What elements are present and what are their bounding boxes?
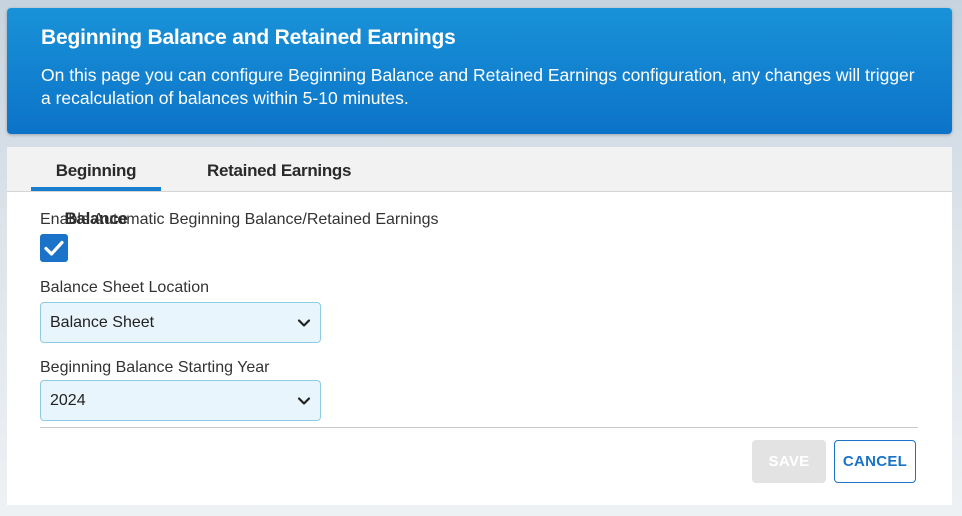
starting-year-value: 2024	[50, 392, 86, 409]
starting-year-label: Beginning Balance Starting Year	[40, 359, 270, 376]
tab-beginning-balance[interactable]: Beginning Balance	[31, 147, 161, 228]
tab-bar: Beginning Balance Retained Earnings	[7, 147, 952, 228]
balance-sheet-location-label: Balance Sheet Location	[40, 279, 210, 296]
starting-year-select[interactable]: 2024	[40, 380, 321, 421]
balance-sheet-location-select[interactable]: Balance Sheet	[40, 302, 321, 343]
page-title: Beginning Balance and Retained Earnings	[41, 26, 456, 49]
save-button[interactable]: SAVE	[752, 440, 826, 483]
tab-retained-earnings[interactable]: Retained Earnings	[207, 147, 351, 191]
page-header: Beginning Balance and Retained Earnings …	[7, 8, 952, 134]
balance-sheet-location-value: Balance Sheet	[50, 314, 155, 331]
chevron-down-icon	[297, 397, 311, 405]
page-description: On this page you can configure Beginning…	[41, 65, 915, 108]
auto-balance-label: Enable Automatic Beginning Balance/Retai…	[40, 211, 439, 228]
chevron-down-icon	[297, 319, 311, 327]
settings-panel: Beginning Balance Retained Earnings Enab…	[7, 147, 952, 505]
divider	[40, 427, 918, 428]
check-icon	[44, 240, 64, 256]
auto-balance-checkbox[interactable]	[40, 234, 68, 262]
cancel-button[interactable]: CANCEL	[834, 440, 916, 483]
